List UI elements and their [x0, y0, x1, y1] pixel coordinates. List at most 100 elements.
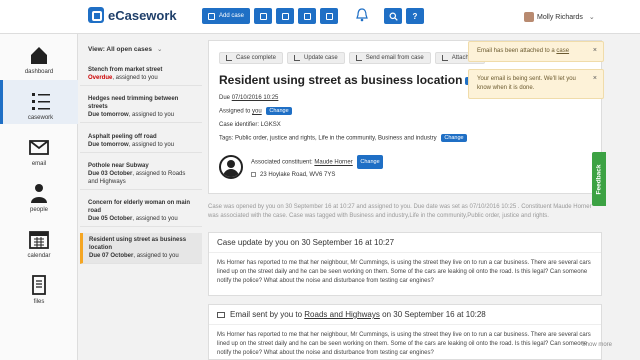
notification-toast: Email has been attached to a case × — [468, 41, 604, 62]
case-item-due: Due 07 October — [89, 253, 134, 259]
case-item-due: Due 03 October — [88, 171, 133, 177]
nav-files[interactable]: files — [0, 264, 78, 308]
nav-calendar[interactable]: calendar — [0, 218, 78, 262]
case-list-item-selected[interactable]: Resident using street as business locati… — [80, 233, 202, 264]
nav-label: dashboard — [24, 69, 54, 75]
user-menu[interactable]: Molly Richards ⌄ — [524, 12, 595, 22]
change-assignee-button[interactable]: Change — [266, 107, 292, 115]
change-constituent-button[interactable]: Change — [357, 155, 383, 169]
show-more-link[interactable]: Show more — [582, 342, 612, 348]
assigned-label: Assigned to — [219, 108, 251, 115]
nav-label: calendar — [27, 253, 51, 259]
calendar-icon — [29, 231, 49, 249]
constituent-label: Associated constituent: — [251, 159, 313, 166]
avatar — [524, 12, 534, 22]
dashboard-icon — [31, 47, 47, 64]
view-label: View: All open cases — [88, 46, 152, 53]
case-list: View: All open cases ⌄ Stench from market… — [80, 34, 202, 360]
case-item-title: Resident using street as business locati… — [89, 237, 187, 251]
new-email-button[interactable] — [320, 8, 338, 24]
document-icon — [281, 12, 289, 20]
case-item-assigned: , assigned to you — [128, 142, 175, 148]
case-item-assigned: , assigned to you — [132, 216, 178, 222]
notification-toast: Your email is being sent. We'll let you … — [468, 69, 604, 99]
case-item-title: Hedges need trimming between streets — [88, 96, 179, 110]
notification-link[interactable]: case — [556, 48, 569, 54]
email-body: Ms Horner has reported to me that her ne… — [217, 332, 591, 356]
sidebar: dashboard casework email people calendar… — [0, 34, 78, 360]
add-case-icon — [207, 12, 215, 20]
search-icon — [388, 11, 398, 21]
send-email-button[interactable]: Send email from case — [348, 52, 431, 64]
nav-label: email — [31, 161, 47, 167]
due-label: Due — [219, 95, 231, 101]
nav-email[interactable]: email — [0, 126, 78, 170]
case-list-item[interactable]: Hedges need trimming between streets Due… — [80, 92, 202, 123]
case-complete-button[interactable]: Case complete — [219, 52, 284, 64]
view-selector[interactable]: View: All open cases ⌄ — [88, 45, 162, 53]
action-label: Update case — [304, 55, 338, 61]
case-item-title: Concern for elderly woman on main road — [88, 200, 191, 214]
add-person-button[interactable] — [254, 8, 272, 24]
envelope-icon — [355, 55, 362, 61]
case-item-due: Due tomorrow — [88, 112, 129, 118]
new-letter-button[interactable] — [298, 8, 316, 24]
case-list-item[interactable]: Stench from market street Overdue, assig… — [80, 63, 202, 86]
casework-list-icon — [31, 93, 50, 110]
page-title: Resident using street as business locati… — [219, 73, 491, 87]
nav-casework[interactable]: casework — [0, 80, 78, 124]
case-list-item[interactable]: Concern for elderly woman on main road D… — [80, 196, 202, 227]
files-icon — [32, 275, 46, 295]
assigned-value[interactable]: you — [252, 109, 262, 115]
close-icon[interactable]: × — [593, 46, 597, 55]
update-case-button[interactable]: Update case — [287, 52, 345, 64]
paperclip-icon — [441, 55, 448, 61]
bell-icon[interactable] — [356, 8, 368, 22]
case-item-due: Due 05 October — [88, 216, 133, 222]
action-label: Case complete — [236, 55, 277, 61]
case-actions: Case complete Update case Send email fro… — [219, 52, 486, 64]
feedback-tab[interactable]: Feedback — [592, 152, 606, 206]
case-list-item[interactable]: Asphalt peeling off road Due tomorrow, a… — [80, 130, 202, 153]
due-value[interactable]: 07/10/2016 10:25 — [232, 95, 279, 101]
notification-text: Email has been attached to a — [477, 48, 555, 54]
nav-dashboard[interactable]: dashboard — [0, 34, 78, 78]
change-tags-button[interactable]: Change — [441, 134, 467, 142]
email-recipient-link[interactable]: Roads and Highways — [304, 310, 380, 319]
email-heading-prefix: Email sent by you to — [230, 310, 303, 319]
action-label: Send email from case — [365, 55, 424, 61]
close-icon[interactable]: × — [593, 74, 597, 83]
notification-text: Your email is being sent. We'll let you … — [477, 76, 576, 91]
tags-text: Tags: Public order, justice and rights, … — [219, 135, 437, 142]
nav-people[interactable]: people — [0, 172, 78, 216]
add-case-button[interactable]: Add case — [202, 8, 250, 24]
search-button[interactable] — [384, 8, 402, 24]
nav-label: casework — [27, 115, 54, 121]
constituent-avatar-icon — [219, 155, 243, 179]
feedback-label: Feedback — [595, 164, 603, 194]
top-bar: eCasework Add case ? Molly Richards ⌄ — [0, 0, 640, 34]
case-item-due: Overdue — [88, 75, 113, 81]
update-heading: Case update by you on 30 September 16 at… — [209, 233, 601, 253]
case-list-item[interactable]: Pothole near Subway Due 03 October, assi… — [80, 159, 202, 190]
case-item-title: Asphalt peeling off road — [88, 134, 157, 140]
case-item-assigned: , assigned to you — [128, 112, 175, 118]
chevron-down-icon: ⌄ — [156, 46, 163, 53]
constituent-name[interactable]: Maude Horner — [314, 160, 352, 166]
logo-icon — [88, 7, 104, 23]
email-heading-suffix: on 30 September 16 at 10:28 — [382, 310, 486, 319]
email-heading: Email sent by you to Roads and Highways … — [209, 305, 601, 325]
home-icon — [251, 171, 256, 177]
help-button[interactable]: ? — [406, 8, 424, 24]
person-icon — [259, 12, 267, 20]
add-case-label: Add case — [218, 13, 245, 19]
case-identifier: Case identifier: LGKSX — [219, 122, 281, 128]
user-name: Molly Richards — [537, 13, 583, 21]
case-item-title: Stench from market street — [88, 67, 163, 73]
new-document-button[interactable] — [276, 8, 294, 24]
app-logo[interactable]: eCasework — [88, 7, 177, 23]
envelope-icon — [29, 140, 49, 155]
help-icon: ? — [412, 11, 418, 21]
nav-label: files — [33, 299, 45, 305]
case-title-text: Resident using street as business locati… — [219, 73, 463, 87]
